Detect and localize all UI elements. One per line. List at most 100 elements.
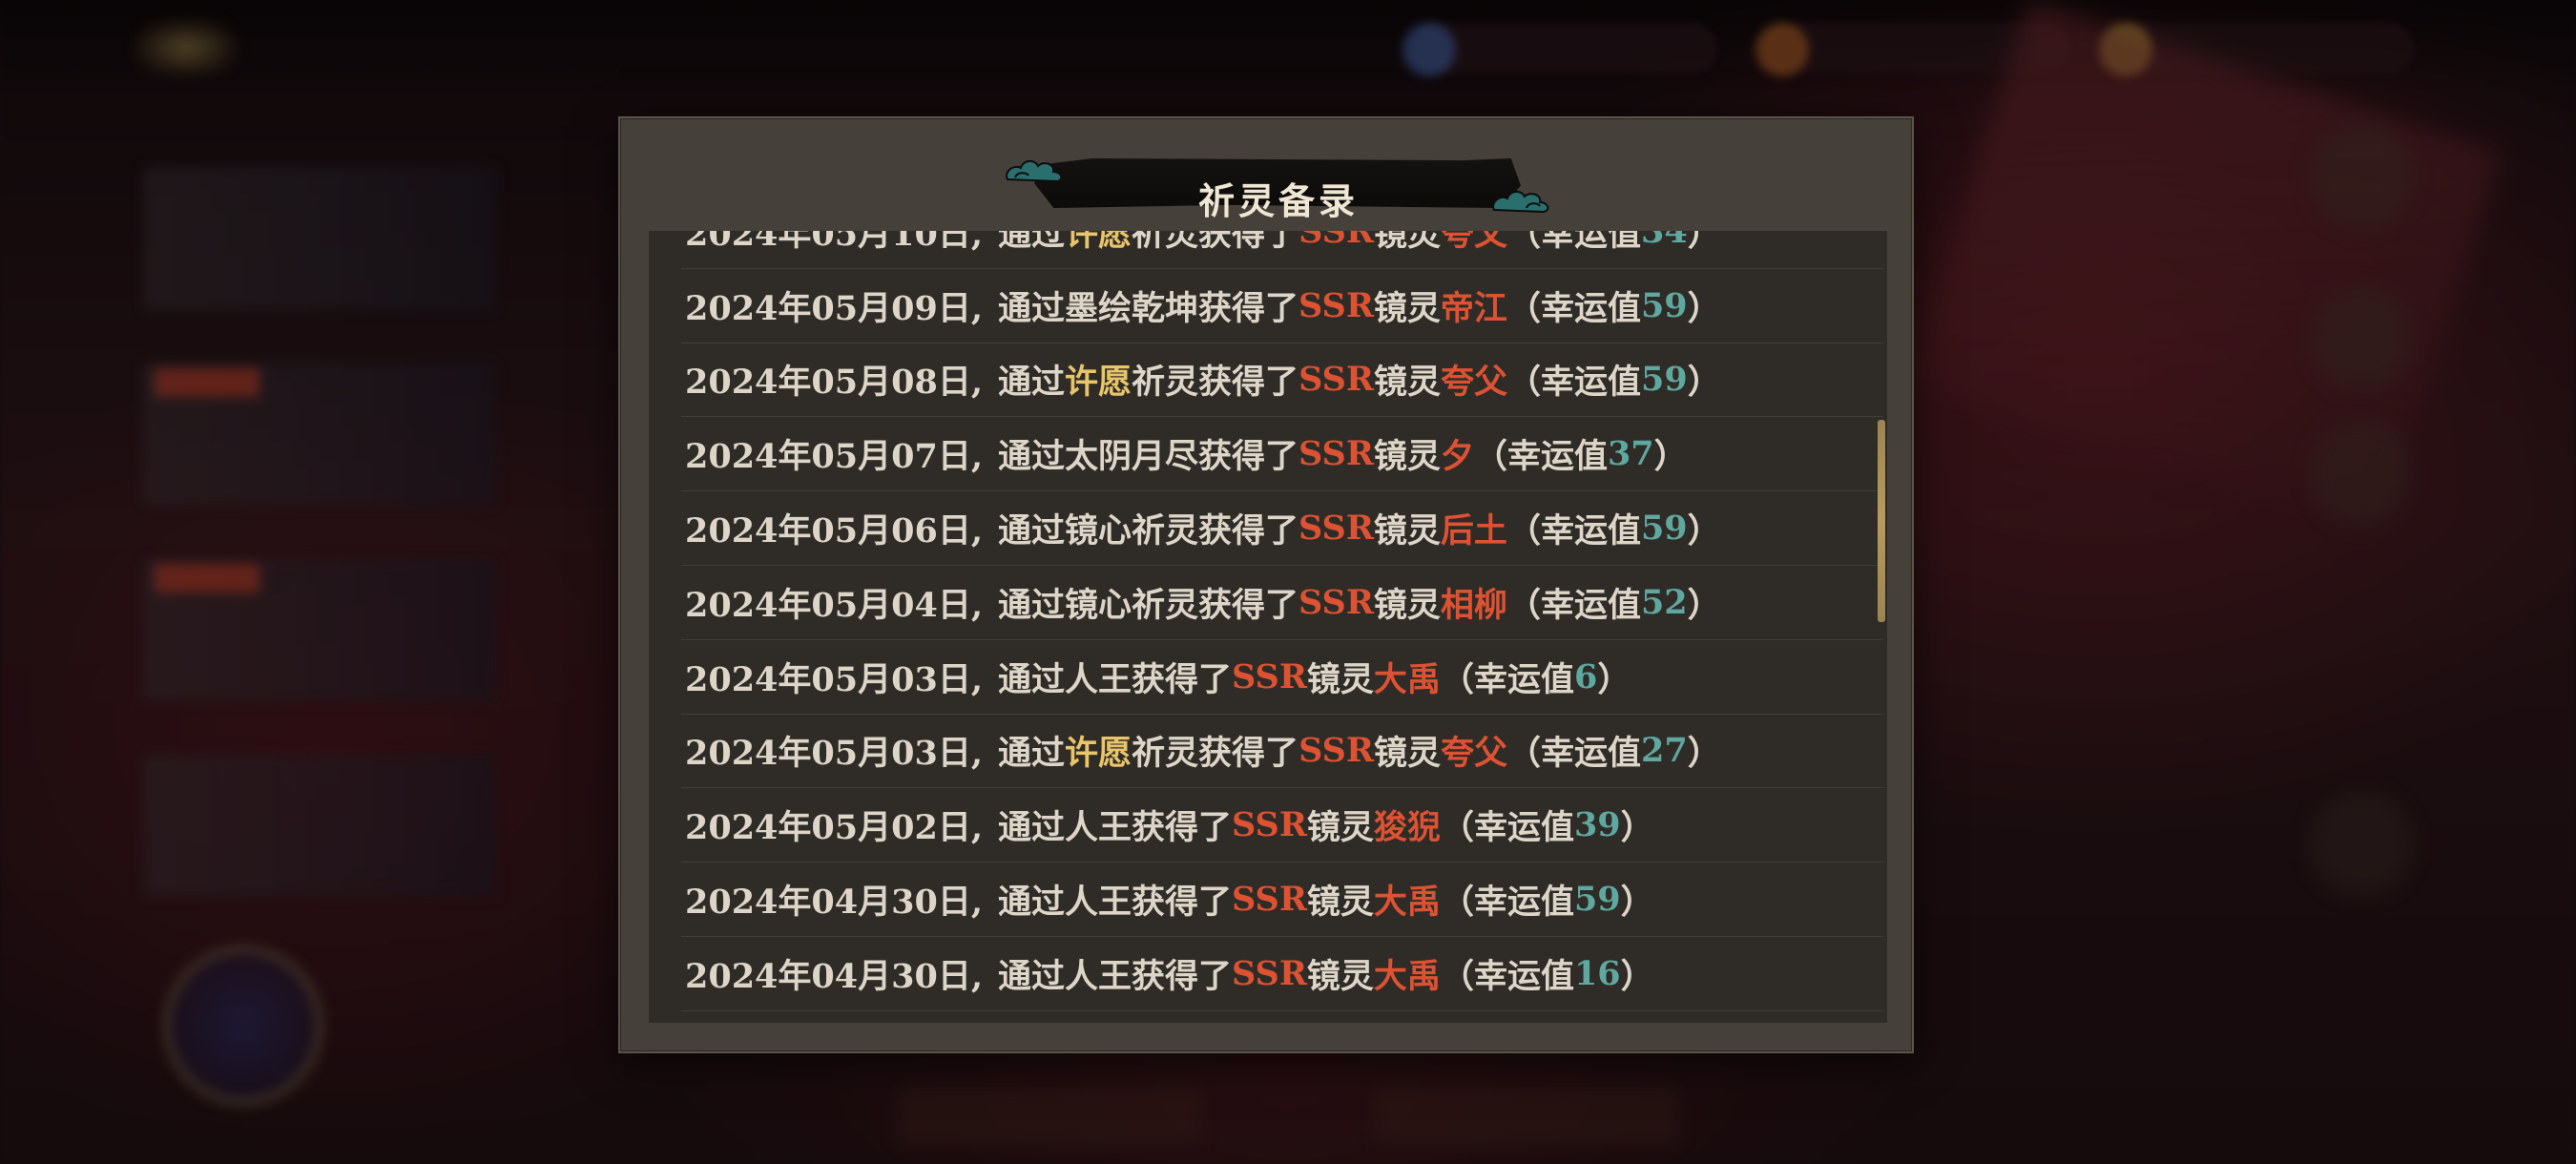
record-text-segment: 镜灵 (1306, 956, 1374, 996)
record-text-segment: SSR (1298, 360, 1374, 400)
record-text-segment: 镜灵 (1373, 437, 1441, 477)
record-text-segment: 34 (1640, 231, 1688, 251)
record-row: 2024年05月08日, 通过 许愿 祈灵获得了 SSR 镜灵 夸父 （幸运值 59） (681, 343, 1883, 418)
record-text-segment: 通过 (998, 231, 1066, 254)
record-date: 2024年05月09日, (685, 288, 984, 328)
record-text-segment: SSR (1298, 231, 1374, 251)
record-text-segment: SSR (1298, 434, 1374, 474)
record-text-segment: 6 (1573, 656, 1598, 696)
record-text-segment: 帝江 (1440, 288, 1507, 328)
record-text-segment: ） (1687, 231, 1721, 254)
record-text-segment: 镜灵 (1373, 511, 1441, 551)
record-text-segment: 镜灵 (1373, 231, 1441, 254)
record-text-segment: （幸运值 (1440, 883, 1574, 923)
record-text-segment: ） (1687, 511, 1721, 551)
record-text-segment: 夸父 (1440, 363, 1507, 403)
record-text-segment: （幸运值 (1506, 231, 1641, 254)
record-row: 2024年05月02日, 通过人王获得了 SSR 镜灵 狻猊 （幸运值 39） (681, 788, 1883, 863)
record-text-segment: 相柳 (1440, 585, 1507, 625)
record-text-segment: ） (1653, 437, 1688, 477)
record-text-segment: （幸运值 (1506, 734, 1641, 774)
record-text-segment: 通过人王获得了 (998, 659, 1233, 699)
record-date: 2024年05月08日, (685, 363, 984, 403)
record-text-segment: 镜灵 (1373, 288, 1441, 328)
record-text-segment: SSR (1298, 509, 1374, 549)
record-date: 2024年05月02日, (685, 808, 984, 848)
record-text-segment: 通过人王获得了 (998, 883, 1233, 923)
record-row: 2024年05月03日, 通过 许愿 祈灵获得了 SSR 镜灵 夸父 （幸运值 27） (681, 715, 1883, 789)
record-text-segment: （幸运值 (1506, 288, 1641, 328)
record-date: 2024年04月30日, (685, 956, 984, 996)
record-row: 2024年05月07日, 通过太阴月尽获得了 SSR 镜灵夕（幸运值 37） (681, 417, 1883, 492)
record-text-segment: 许愿 (1065, 734, 1132, 774)
record-text-segment: SSR (1232, 805, 1307, 845)
record-text-segment: （幸运值 (1440, 956, 1574, 996)
record-text-segment: 许愿 (1065, 231, 1132, 254)
record-text-segment: ） (1687, 585, 1721, 625)
record-text-segment: 夸父 (1440, 734, 1507, 774)
record-text-segment: SSR (1232, 656, 1307, 696)
record-date: 2024年05月03日, (685, 659, 984, 699)
record-date: 2024年05月10日, (685, 231, 984, 254)
record-text-segment: ） (1687, 734, 1721, 774)
record-date: 2024年05月03日, (685, 734, 984, 774)
record-text-segment: 大禹 (1373, 883, 1441, 923)
record-text-segment: 37 (1607, 434, 1654, 474)
record-text-segment: 59 (1640, 509, 1688, 549)
record-text-segment: 39 (1573, 805, 1621, 845)
record-text-segment: ） (1620, 883, 1654, 923)
record-list-panel[interactable]: 2024年05月10日, 通过 许愿 祈灵获得了 SSR 镜灵 夸父 （幸运值 34） 2024年… (649, 231, 1887, 1023)
record-text-segment: 通过 (998, 363, 1066, 403)
record-text-segment: 祈灵获得了 (1132, 231, 1299, 254)
record-text-segment: 镜灵 (1306, 659, 1374, 699)
record-text-segment: 59 (1640, 285, 1688, 325)
record-text-segment: （幸运值 (1440, 808, 1574, 848)
record-text-segment: 大禹 (1373, 659, 1441, 699)
record-text-segment: ） (1620, 808, 1654, 848)
record-row: 2024年05月09日, 通过墨绘乾坤获得了 SSR 镜灵 帝江 （幸运值 59） (681, 269, 1883, 343)
record-text-segment: 通过墨绘乾坤获得了 (998, 288, 1299, 328)
record-text-segment: ） (1597, 659, 1631, 699)
dialog-header-banner: 祈灵备录 (1002, 147, 1555, 222)
record-row: 2024年04月30日, 通过人王获得了 SSR 镜灵 大禹 （幸运值 16） (681, 937, 1883, 1011)
record-row: 2024年05月03日, 通过人王获得了 SSR 镜灵 大禹 （幸运值 6） (681, 640, 1883, 715)
record-text-segment: ） (1620, 956, 1654, 996)
record-date: 2024年04月30日, (685, 883, 984, 923)
record-text-segment: 镜灵 (1306, 808, 1374, 848)
record-text-segment: 镜灵 (1373, 363, 1441, 403)
record-text-segment: 通过镜心祈灵获得了 (998, 585, 1299, 625)
record-text-segment: 狻猊 (1373, 808, 1441, 848)
record-text-segment: 通过人王获得了 (998, 956, 1233, 996)
scrollbar-thumb[interactable] (1878, 420, 1885, 622)
dialog-title: 祈灵备录 (1197, 179, 1359, 222)
summon-record-dialog: 2024年05月10日, 通过 许愿 祈灵获得了 SSR 镜灵 夸父 （幸运值 34） 2024年… (618, 116, 1914, 1053)
record-text-segment: 祈灵获得了 (1132, 734, 1299, 774)
record-text-segment: 通过镜心祈灵获得了 (998, 511, 1299, 551)
record-text-segment: （幸运值 (1506, 511, 1641, 551)
record-row: 2024年05月10日, 通过 许愿 祈灵获得了 SSR 镜灵 夸父 （幸运值 34） (681, 231, 1883, 269)
record-text-segment: 通过太阴月尽获得了 (998, 437, 1299, 477)
record-text-segment: （幸运值 (1506, 363, 1641, 403)
record-text-segment: 59 (1573, 880, 1621, 920)
record-text-segment: 52 (1640, 582, 1688, 622)
record-text-segment: 59 (1640, 360, 1688, 400)
record-text-segment: 镜灵 (1373, 734, 1441, 774)
record-text-segment: 通过人王获得了 (998, 808, 1233, 848)
record-text-segment: SSR (1232, 953, 1307, 993)
record-text-segment: （幸运值 (1506, 585, 1641, 625)
record-row: 2024年05月06日, 通过镜心祈灵获得了 SSR 镜灵 后土 （幸运值 59） (681, 491, 1883, 566)
record-text-segment: ） (1687, 288, 1721, 328)
record-text-segment: （幸运值 (1440, 659, 1574, 699)
record-text-segment: 夕 (1440, 437, 1474, 477)
record-date: 2024年05月07日, (685, 437, 984, 477)
record-text-segment: 祈灵获得了 (1132, 363, 1299, 403)
record-list[interactable]: 2024年05月10日, 通过 许愿 祈灵获得了 SSR 镜灵 夸父 （幸运值 34） 2024年… (681, 231, 1883, 1011)
record-text-segment: 通过 (998, 734, 1066, 774)
record-text-segment: 镜灵 (1306, 883, 1374, 923)
record-text-segment: 许愿 (1065, 363, 1132, 403)
record-text-segment: 16 (1573, 953, 1621, 993)
record-text-segment: 27 (1640, 731, 1688, 771)
record-text-segment: SSR (1232, 880, 1307, 920)
record-text-segment: SSR (1298, 582, 1374, 622)
record-text-segment: 夸父 (1440, 231, 1507, 254)
